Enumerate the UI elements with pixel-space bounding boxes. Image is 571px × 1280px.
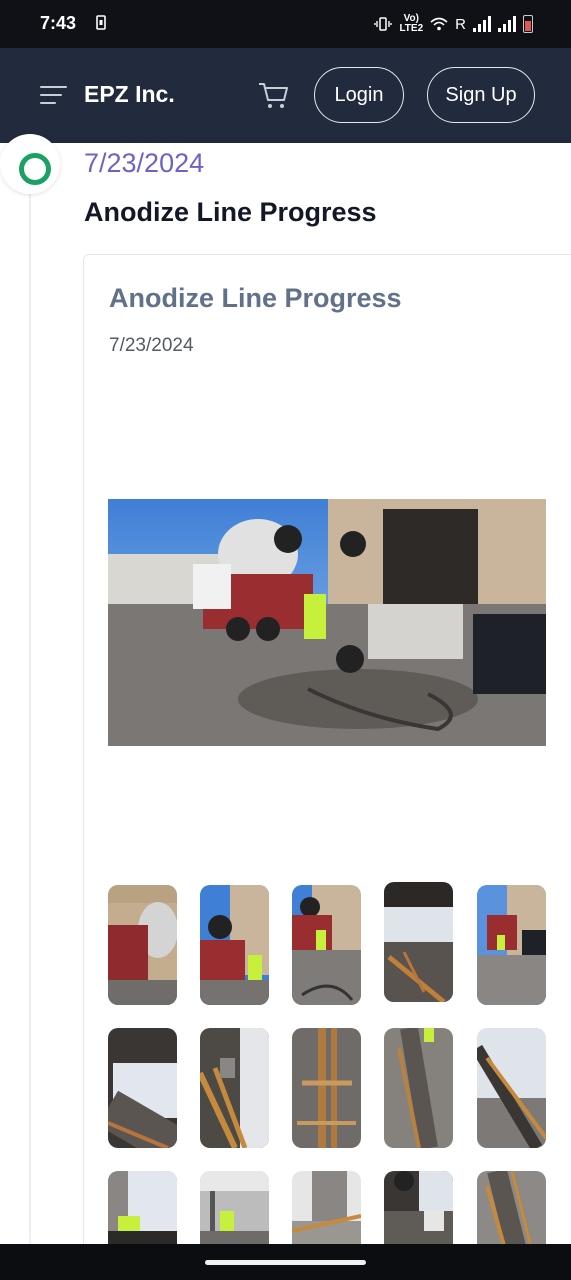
signal-icon [473, 16, 491, 32]
status-bar: 7:43 Vo) LTE2 R [0, 0, 571, 48]
carrier-label: Vo) LTE2 [399, 13, 424, 34]
app-header: EPZ Inc. Login Sign Up [0, 48, 571, 143]
menu-icon[interactable] [40, 86, 67, 106]
gallery-thumbnail[interactable] [292, 1028, 361, 1148]
cart-icon[interactable] [257, 80, 289, 110]
gallery-thumbnail[interactable] [384, 1028, 453, 1148]
status-time: 7:43 [40, 13, 77, 33]
main-photo[interactable] [108, 499, 546, 746]
gallery-thumbnail[interactable] [384, 882, 453, 1002]
signal-icon-2 [498, 16, 516, 32]
card-title[interactable]: Anodize Line Progress [109, 283, 402, 314]
brand-name[interactable]: EPZ Inc. [84, 81, 175, 108]
status-indicators: Vo) LTE2 R [374, 12, 533, 36]
system-nav-bar [0, 1244, 571, 1280]
gallery-thumbnail[interactable] [108, 1028, 177, 1148]
login-button[interactable]: Login [314, 67, 404, 123]
wifi-icon [430, 17, 448, 31]
gallery-thumbnail[interactable] [200, 885, 269, 1005]
card-date: 7/23/2024 [109, 335, 194, 356]
gallery-thumbnail[interactable] [200, 1028, 269, 1148]
sim-icon [96, 15, 106, 30]
gallery-thumbnail[interactable] [108, 885, 177, 1005]
timeline-entry-title: Anodize Line Progress [84, 197, 377, 227]
signup-button[interactable]: Sign Up [427, 67, 535, 123]
gallery-thumbnail[interactable] [292, 885, 361, 1005]
battery-icon [523, 15, 533, 33]
timeline-entry-date: 7/23/2024 [84, 148, 205, 178]
home-gesture-handle[interactable] [205, 1260, 366, 1265]
roaming-indicator: R [455, 15, 466, 33]
vibrate-icon [374, 17, 393, 31]
timeline-dot-icon [0, 134, 60, 194]
gallery-thumbnail[interactable] [477, 885, 546, 1005]
gallery-thumbnail[interactable] [477, 1028, 546, 1148]
timeline-line [29, 180, 31, 1245]
